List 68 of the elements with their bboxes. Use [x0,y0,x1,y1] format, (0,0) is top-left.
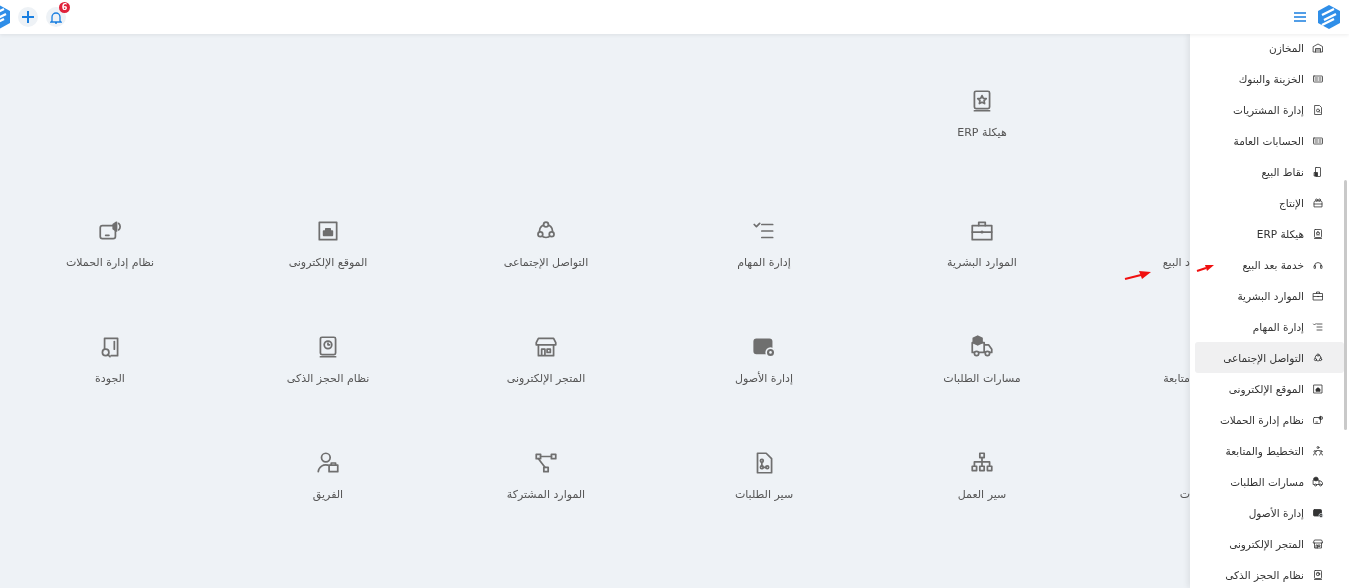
card-icon [1312,72,1324,85]
menu-item[interactable]: المخازن [1195,34,1344,63]
briefcase-icon [969,218,995,244]
clock-book-icon [1312,568,1324,581]
module-tile[interactable]: نظام الحجز الذكى [286,334,370,386]
annotation-arrow [1196,263,1215,273]
module-tile[interactable]: إدارة الأصول [735,334,793,386]
network-icon [1312,351,1324,364]
add-button[interactable] [18,7,38,27]
menu-item[interactable]: إدارة الأصول [1195,497,1344,528]
module-tile[interactable]: سير الطلبات [734,450,794,502]
people-icon [1312,444,1324,457]
menu-item[interactable]: الإنتاج [1195,187,1344,218]
module-tile[interactable]: متابعة [1163,372,1190,450]
menu-item[interactable]: إدارة المشتريات [1195,94,1344,125]
module-tile[interactable]: الموقع الإلكترونى [288,218,368,270]
warehouse-icon [1312,41,1324,54]
module-tile[interactable]: المتجر الإلكترونى [506,334,586,386]
nodes-icon [533,450,559,476]
website-icon [315,218,341,244]
menu-item[interactable]: مسارات الطلبات [1195,466,1344,497]
bell-icon [50,10,62,24]
module-tile[interactable]: الفريق [312,450,344,502]
menu-item[interactable]: التواصل الإجتماعى [1195,342,1344,373]
gear-card-icon [1312,506,1324,519]
menu-button[interactable] [1294,9,1306,25]
logo-icon[interactable] [1318,5,1340,29]
menu-item[interactable]: الخزينة والبنوك [1195,63,1344,94]
card-icon [1312,134,1324,147]
menu-item[interactable]: التخطيط والمتابعة [1195,435,1344,466]
truck-icon [1312,475,1324,488]
document-icon [1312,103,1324,116]
menu-item[interactable]: نظام الحجز الذكى [1195,559,1344,588]
store-icon [533,334,559,360]
menu-item[interactable]: نقاط البيع [1195,156,1344,187]
module-tile[interactable]: سير العمل [957,450,1007,502]
module-tile[interactable]: الجودة [95,334,125,386]
briefcase-icon [1312,289,1324,302]
website-icon [1312,382,1324,395]
module-tile[interactable]: ت [1179,488,1190,566]
annotation-arrow [1124,268,1152,281]
menu-item[interactable]: خدمة بعد البيع [1195,249,1344,280]
menu-item[interactable]: نظام إدارة الحملات [1195,404,1344,435]
factory-icon [1312,196,1324,209]
user-briefcase-icon [315,450,341,476]
plus-icon [21,10,35,24]
menu-item[interactable]: الموارد البشرية [1195,280,1344,311]
module-tile[interactable]: نظام إدارة الحملات [65,218,155,270]
menu-item[interactable]: إدارة المهام [1195,311,1344,342]
module-tile[interactable]: إدارة المهام [737,218,791,270]
module-tile[interactable]: هيكلة ERP [957,88,1007,140]
menu-item[interactable]: الموقع الإلكترونى [1195,373,1344,404]
menu-icon [1294,11,1306,22]
checklist-icon [1312,320,1324,333]
menu-item[interactable]: المتجر الإلكترونى [1195,528,1344,559]
module-tile[interactable]: الموارد المشتركة [506,450,586,502]
star-book-icon [1312,227,1324,240]
module-tile[interactable]: الموارد البشرية [947,218,1017,270]
speaker-icon [1312,413,1324,426]
module-tile[interactable]: التواصل الإجتماعى [503,218,589,270]
store-icon [1312,537,1324,550]
menu-item[interactable]: هيكلة ERP [1195,218,1344,249]
notification-badge: 6 [59,2,70,13]
module-tile[interactable]: مسارات الطلبات [943,334,1021,386]
module-tile[interactable]: د البيع [1162,256,1190,334]
terminal-icon [1312,165,1324,178]
truck-icon [969,334,995,360]
menu-item[interactable]: الحسابات العامة [1195,125,1344,156]
